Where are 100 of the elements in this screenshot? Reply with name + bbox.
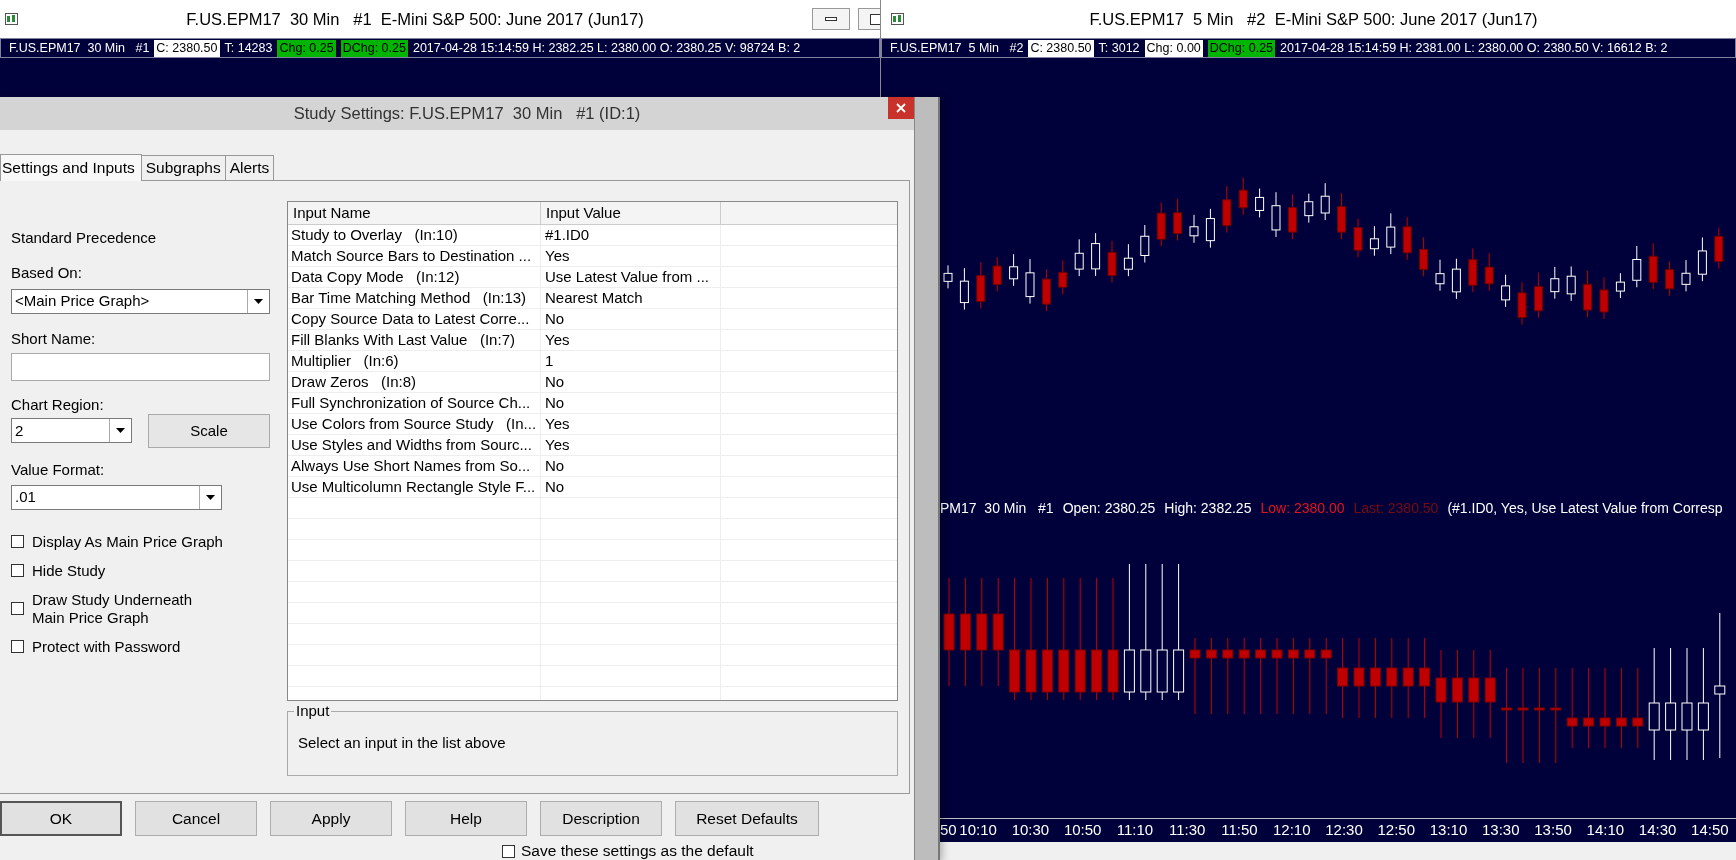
info-field: F.US.EPM17 5 Min #2	[890, 39, 1024, 57]
table-row[interactable]: Data Copy Mode (In:12) Use Latest Value from ...	[288, 266, 897, 288]
table-cell: Match Source Bars to Destination ...	[288, 245, 541, 266]
checkbox[interactable]	[11, 535, 24, 549]
dropdown[interactable]: <Main Price Graph>	[11, 288, 270, 314]
candle	[1648, 242, 1658, 290]
table-cell: No	[541, 455, 721, 476]
table-row[interactable]: Study to Overlay (In:10) #1.ID0	[288, 224, 897, 246]
table-cell: Use Multicolumn Rectangle Style F...	[288, 476, 541, 497]
time-axis-label: 13:30	[1481, 820, 1521, 841]
time-axis-label: 14:30	[1637, 820, 1678, 841]
table-cell: No	[541, 476, 721, 497]
tab[interactable]: Settings and Inputs	[0, 153, 142, 181]
candle	[1435, 259, 1445, 292]
table-cell: Use Colors from Source Study (In...	[288, 413, 541, 434]
time-axis-label: 12:50	[1376, 820, 1417, 841]
info-field: C: 2380.50	[1028, 39, 1094, 57]
table-cell: Fill Blanks With Last Value (In:7)	[288, 329, 541, 350]
checkbox[interactable]	[11, 640, 24, 654]
table-row[interactable]: Match Source Bars to Destination ... Yes	[288, 245, 897, 267]
candle	[976, 261, 986, 309]
table-row[interactable]: Always Use Short Names from So... No	[288, 455, 897, 477]
chart-region-label: Chart Region:	[11, 395, 105, 414]
dropdown[interactable]: .01	[11, 484, 222, 510]
info-field: T: 3012	[1098, 39, 1140, 57]
candle	[1041, 268, 1051, 312]
value-format-label: Value Format:	[11, 460, 106, 479]
legend-text: Last: 2380.50	[1353, 498, 1439, 518]
tab[interactable]: Subgraphs	[141, 154, 226, 180]
dialog-button[interactable]: Reset Defaults	[675, 801, 819, 836]
checkbox[interactable]	[502, 844, 515, 858]
time-axis-label: 14:10	[1585, 820, 1626, 841]
table-row[interactable]: Draw Zeros (In:8) No	[288, 371, 897, 393]
time-axis-label: 11:30	[1167, 820, 1207, 841]
dialog-title: Study Settings: F.US.EPM17 30 Min #1 (ID:1)	[292, 103, 642, 124]
candle	[1107, 240, 1117, 284]
table-cell: Data Copy Mode (In:12)	[288, 266, 541, 287]
candle	[1058, 259, 1068, 295]
dialog-button[interactable]: Help	[405, 801, 527, 836]
column-header[interactable]: Input Value	[541, 201, 721, 224]
close-button[interactable]	[888, 97, 914, 119]
info-field: DChg: 0.25	[340, 39, 408, 57]
minimize-button[interactable]	[812, 8, 850, 30]
table-row[interactable]: Bar Time Matching Method (In:13) Nearest Match	[288, 287, 897, 309]
candle	[1238, 177, 1248, 216]
scale-button[interactable]: Scale	[148, 413, 270, 448]
dialog-button[interactable]: Apply	[270, 801, 392, 836]
candle	[1533, 272, 1543, 319]
dropdown[interactable]: 2	[11, 418, 132, 444]
dropdown-arrow-icon	[254, 298, 263, 304]
candle	[1468, 247, 1478, 293]
info-field: 2017-04-28 15:14:59 H: 2381.00 L: 2380.00 O: 2380.50 V: 16612 B: 2	[1280, 39, 1668, 57]
checkbox[interactable]	[11, 602, 24, 616]
time-axis-label: 14:50	[1690, 820, 1730, 841]
candle	[959, 267, 969, 311]
time-axis-label: 12:10	[1271, 820, 1312, 841]
legend-text: Low: 2380.00	[1260, 498, 1345, 518]
candle	[1386, 212, 1396, 255]
table-row[interactable]: Use Styles and Widths from Sourc... Yes	[288, 434, 897, 456]
based-on-label: Based On:	[11, 263, 83, 282]
tab[interactable]: Alerts	[225, 154, 275, 180]
table-row[interactable]: Multiplier (In:6) 1	[288, 350, 897, 372]
column-header[interactable]: Input Name	[288, 201, 541, 224]
candle	[1025, 258, 1035, 305]
table-cell: No	[541, 308, 721, 329]
candle	[1501, 274, 1511, 308]
dialog-button[interactable]: Cancel	[135, 801, 257, 836]
candle	[1156, 202, 1166, 247]
table-row[interactable]: Copy Source Data to Latest Corre... No	[288, 308, 897, 330]
checkbox-label: Display As Main Price Graph	[32, 532, 223, 551]
candle	[1632, 245, 1642, 288]
info-field: Chg: 0.00	[1144, 39, 1203, 57]
candle	[992, 256, 1002, 292]
table-cell: #1.ID0	[541, 224, 721, 245]
table-cell: Draw Zeros (In:8)	[288, 371, 541, 392]
short-name-field[interactable]	[11, 352, 270, 381]
maximize-button[interactable]	[858, 8, 880, 30]
table-row[interactable]: Full Synchronization of Source Ch... No	[288, 392, 897, 414]
candle	[1287, 193, 1297, 240]
candle	[1599, 276, 1609, 320]
time-axis-label: 13:10	[1428, 820, 1469, 841]
candle	[1517, 281, 1527, 325]
table-row[interactable]: Use Colors from Source Study (In... Yes	[288, 413, 897, 435]
table-row[interactable]: Use Multicolumn Rectangle Style F... No	[288, 476, 897, 498]
candle	[1337, 192, 1347, 240]
table-cell: Full Synchronization of Source Ch...	[288, 392, 541, 413]
checkbox[interactable]	[11, 564, 24, 578]
candle	[1583, 270, 1593, 318]
time-axis-label: 11:10	[1115, 820, 1155, 841]
close-icon	[896, 103, 906, 113]
legend-text: High: 2382.25	[1164, 498, 1252, 518]
window-icon	[5, 13, 18, 25]
candle	[1304, 193, 1314, 224]
candle	[1222, 185, 1232, 234]
time-axis-label: 10:30	[1010, 820, 1051, 841]
window-title: F.US.EPM17 30 Min #1 E-Mini S&P 500: June 2017 (Jun17)	[185, 8, 645, 30]
dialog-button[interactable]: OK	[0, 801, 122, 836]
window-title: F.US.EPM17 5 Min #2 E-Mini S&P 500: June 2017 (Jun17)	[1088, 8, 1539, 30]
dialog-button[interactable]: Description	[540, 801, 662, 836]
table-row[interactable]: Fill Blanks With Last Value (In:7) Yes	[288, 329, 897, 351]
